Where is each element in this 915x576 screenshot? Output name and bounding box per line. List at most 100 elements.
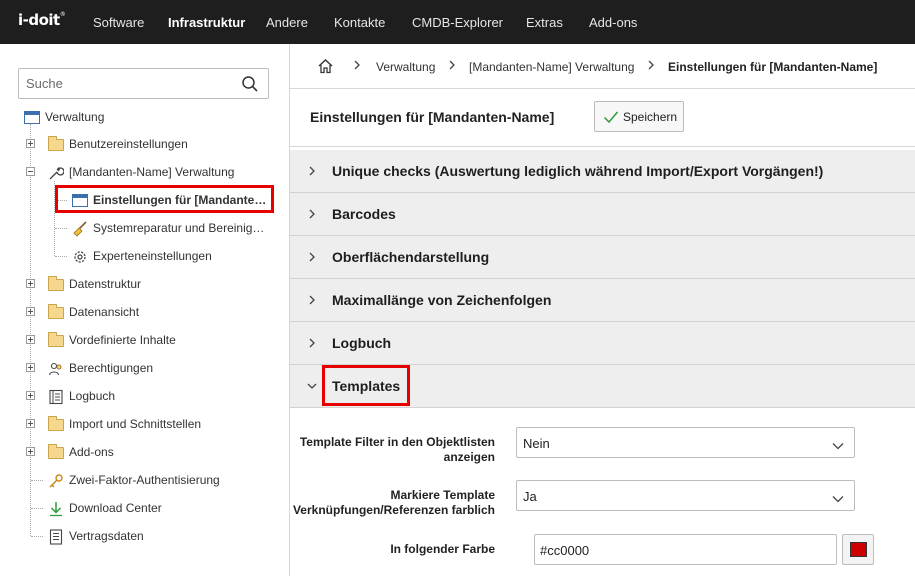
- nav-andere[interactable]: Andere: [266, 15, 308, 30]
- template-mark-select[interactable]: Ja: [516, 480, 855, 511]
- document-icon: [48, 529, 64, 545]
- home-icon[interactable]: [317, 58, 334, 77]
- sidebar-item-benutzereinstellungen[interactable]: Benutzereinstellungen: [48, 133, 188, 155]
- folder-icon: [48, 444, 64, 459]
- expand-toggle[interactable]: [26, 391, 35, 400]
- tree-label: Vordefinierte Inhalte: [69, 333, 176, 347]
- color-value: #cc0000: [540, 543, 590, 558]
- section-title: Oberflächendarstellung: [332, 249, 490, 265]
- broom-icon: [72, 221, 88, 237]
- folder-icon: [48, 304, 64, 319]
- top-navigation-bar: i-doit® Software Infrastruktur Andere Ko…: [0, 0, 915, 44]
- sidebar-item-berechtigungen[interactable]: Berechtigungen: [48, 357, 153, 379]
- sidebar-item-vordefinierte-inhalte[interactable]: Vordefinierte Inhalte: [48, 329, 176, 351]
- chevron-right-icon: [448, 58, 456, 75]
- tree-line: [55, 228, 67, 229]
- gear-icon: [72, 249, 88, 263]
- expand-toggle[interactable]: [26, 139, 35, 148]
- tree-root-verwaltung[interactable]: Verwaltung: [24, 106, 104, 128]
- chevron-right-icon: [308, 293, 316, 310]
- tree-label: Zwei-Faktor-Authentisierung: [69, 473, 220, 487]
- expand-toggle[interactable]: [26, 419, 35, 428]
- breadcrumb-item-mandanten-verwaltung[interactable]: [Mandanten-Name] Verwaltung: [469, 60, 634, 74]
- tree-label: Datenansicht: [69, 305, 140, 319]
- sidebar-item-datenstruktur[interactable]: Datenstruktur: [48, 273, 141, 295]
- color-picker-button[interactable]: [842, 534, 874, 565]
- section-barcodes[interactable]: Barcodes: [290, 193, 915, 236]
- section-title: Barcodes: [332, 206, 396, 222]
- tree-label: Vertragsdaten: [69, 529, 144, 543]
- save-button-label: Speichern: [623, 109, 678, 124]
- save-button[interactable]: Speichern: [594, 101, 684, 132]
- checkmark-icon: [603, 110, 619, 124]
- download-icon: [48, 501, 64, 517]
- sidebar-item-datenansicht[interactable]: Datenansicht: [48, 301, 139, 323]
- sidebar-item-zwei-faktor[interactable]: Zwei-Faktor-Authentisierung: [48, 469, 220, 491]
- nav-extras[interactable]: Extras: [526, 15, 563, 30]
- mark-label: Markiere Template Verknüpfungen/Referenze…: [292, 488, 495, 517]
- sidebar-item-mandanten-verwaltung[interactable]: [Mandanten-Name] Verwaltung: [48, 161, 234, 183]
- nav-cmdb-explorer[interactable]: CMDB-Explorer: [412, 15, 503, 30]
- users-icon: [48, 361, 64, 376]
- templates-form: Template Filter in den Objektlisten anzei…: [290, 408, 915, 576]
- expand-toggle[interactable]: [26, 447, 35, 456]
- highlight-selected-item: [55, 185, 274, 213]
- folder-icon: [48, 136, 64, 151]
- chevron-down-icon: [306, 380, 318, 394]
- sidebar-item-systemreparatur[interactable]: Systemreparatur und Bereinig…: [72, 217, 264, 239]
- chevron-right-icon: [647, 58, 655, 75]
- search-icon[interactable]: [241, 75, 259, 96]
- tree-label: Verwaltung: [45, 110, 105, 124]
- tree-label: Datenstruktur: [69, 277, 142, 291]
- collapse-toggle[interactable]: [26, 167, 35, 176]
- section-templates[interactable]: Templates: [290, 365, 915, 408]
- search-input[interactable]: [26, 76, 226, 91]
- breadcrumb-item-current: Einstellungen für [Mandanten-Name]: [668, 60, 878, 74]
- breadcrumb-item-verwaltung[interactable]: Verwaltung: [376, 60, 435, 74]
- tree-line: [31, 508, 43, 509]
- sidebar-item-logbuch[interactable]: Logbuch: [48, 385, 115, 407]
- chevron-right-icon: [353, 58, 361, 75]
- color-swatch: [850, 542, 867, 557]
- expand-toggle[interactable]: [26, 335, 35, 344]
- tree-label: Import und Schnittstellen: [69, 417, 202, 431]
- app-logo[interactable]: i-doit®: [18, 11, 66, 29]
- logbook-icon: [48, 389, 64, 405]
- tree-label: Add-ons: [69, 445, 114, 459]
- color-input[interactable]: #cc0000: [534, 534, 837, 565]
- section-title: Unique checks (Auswertung lediglich währ…: [332, 163, 824, 179]
- sidebar-item-import-schnittstellen[interactable]: Import und Schnittstellen: [48, 413, 201, 435]
- sidebar-item-download-center[interactable]: Download Center: [48, 497, 162, 519]
- folder-icon: [48, 332, 64, 347]
- folder-icon: [48, 276, 64, 291]
- color-label: In folgender Farbe: [390, 542, 495, 556]
- filter-label: Template Filter in den Objektlisten anzei…: [299, 435, 495, 464]
- sidebar-item-add-ons[interactable]: Add-ons: [48, 441, 114, 463]
- select-value: Nein: [523, 436, 550, 451]
- section-title: Logbuch: [332, 335, 392, 351]
- nav-add-ons[interactable]: Add-ons: [589, 15, 637, 30]
- nav-kontakte[interactable]: Kontakte: [334, 15, 385, 30]
- tree-label: Systemreparatur und Bereinig…: [93, 221, 265, 235]
- expand-toggle[interactable]: [26, 279, 35, 288]
- sidebar-item-experteneinstellungen[interactable]: Experteneinstellungen: [72, 245, 212, 267]
- template-filter-select[interactable]: Nein: [516, 427, 855, 458]
- page-title: Einstellungen für [Mandanten-Name]: [310, 109, 555, 125]
- expand-toggle[interactable]: [26, 307, 35, 316]
- tree-label: Benutzereinstellungen: [69, 137, 188, 151]
- sidebar-item-vertragsdaten[interactable]: Vertragsdaten: [48, 525, 144, 547]
- expand-toggle[interactable]: [26, 363, 35, 372]
- tree-label: Berechtigungen: [69, 361, 154, 375]
- tree-label: [Mandanten-Name] Verwaltung: [69, 165, 235, 179]
- chevron-down-icon: [832, 492, 844, 506]
- key-icon: [48, 473, 64, 488]
- nav-infrastruktur[interactable]: Infrastruktur: [168, 15, 245, 30]
- section-oberflaechendarstellung[interactable]: Oberflächendarstellung: [290, 236, 915, 279]
- section-logbuch[interactable]: Logbuch: [290, 322, 915, 365]
- select-value: Ja: [523, 489, 537, 504]
- section-unique-checks[interactable]: Unique checks (Auswertung lediglich währ…: [290, 150, 915, 193]
- sidebar: Verwaltung Benutzereinstellungen [Mandan…: [0, 44, 290, 576]
- section-maximallaenge[interactable]: Maximallänge von Zeichenfolgen: [290, 279, 915, 322]
- nav-software[interactable]: Software: [93, 15, 144, 30]
- tree-label: Logbuch: [69, 389, 116, 403]
